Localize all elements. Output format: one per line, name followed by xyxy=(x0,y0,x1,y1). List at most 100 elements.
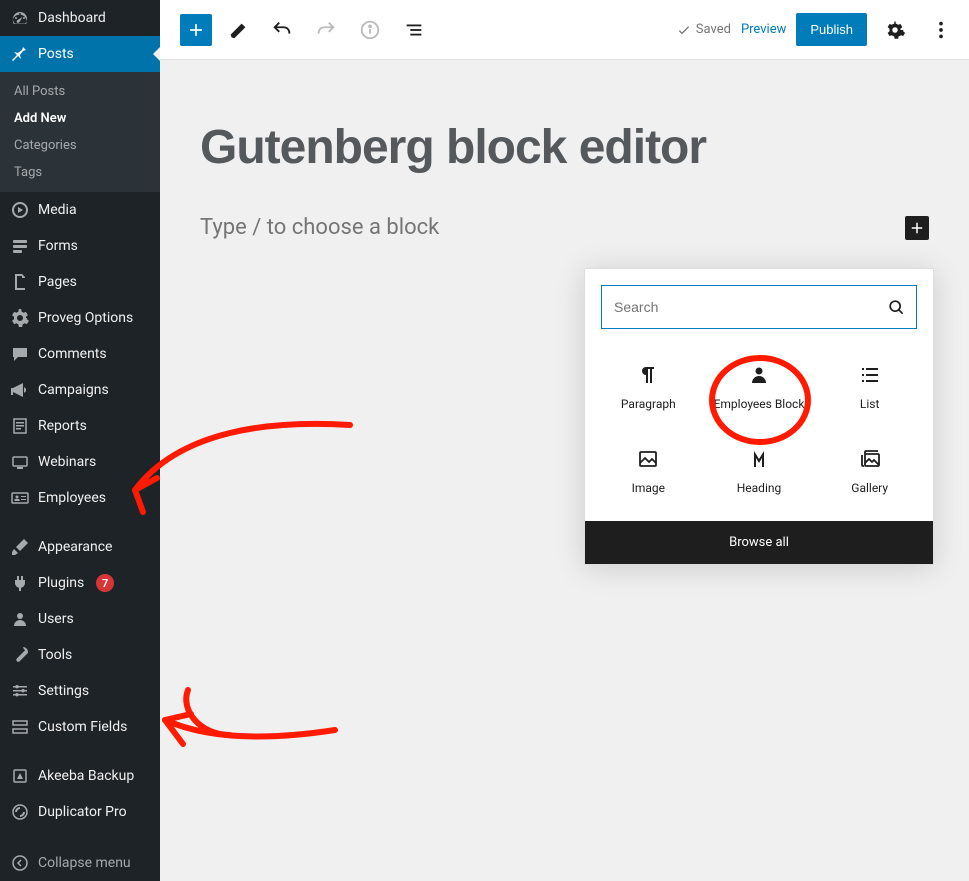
saved-label: Saved xyxy=(696,22,731,37)
media-icon xyxy=(10,200,30,220)
sidebar-item-tools[interactable]: Tools xyxy=(0,637,160,673)
block-option-label: List xyxy=(860,397,880,411)
sidebar-item-label: Custom Fields xyxy=(38,719,127,735)
plugin-update-badge: 7 xyxy=(96,574,114,592)
sidebar-item-label: Appearance xyxy=(38,539,112,555)
sidebar-item-akeeba-backup[interactable]: Akeeba Backup xyxy=(0,758,160,794)
sidebar-item-label: Campaigns xyxy=(38,382,109,398)
preview-button[interactable]: Preview xyxy=(741,22,786,37)
settings-button[interactable] xyxy=(877,12,913,48)
admin-sidebar: Dashboard Posts All Posts Add New Catego… xyxy=(0,0,160,881)
block-option-heading[interactable]: Heading xyxy=(704,429,815,513)
gear-icon xyxy=(884,19,906,41)
sidebar-item-plugins[interactable]: Plugins 7 xyxy=(0,565,160,601)
sidebar-item-label: Pages xyxy=(38,274,77,290)
sidebar-item-employees[interactable]: Employees xyxy=(0,480,160,516)
info-button[interactable] xyxy=(352,12,388,48)
sidebar-item-posts[interactable]: Posts xyxy=(0,36,160,72)
block-option-label: Employees Block xyxy=(714,397,805,411)
menu-separator xyxy=(0,520,160,525)
custom-fields-icon xyxy=(10,717,30,737)
redo-button[interactable] xyxy=(308,12,344,48)
check-icon xyxy=(676,22,692,38)
collapse-icon xyxy=(10,853,30,873)
plus-icon xyxy=(186,20,206,40)
editor-area: Saved Preview Publish Gutenberg block ed… xyxy=(160,0,969,881)
sidebar-item-label: Users xyxy=(38,611,74,627)
sidebar-item-pages[interactable]: Pages xyxy=(0,264,160,300)
submenu-item-add-new[interactable]: Add New xyxy=(0,105,160,132)
sidebar-item-label: Proveg Options xyxy=(38,310,133,326)
pencil-icon xyxy=(227,19,249,41)
block-option-image[interactable]: Image xyxy=(593,429,704,513)
collapse-label: Collapse menu xyxy=(38,855,131,871)
sidebar-item-users[interactable]: Users xyxy=(0,601,160,637)
sidebar-item-label: Comments xyxy=(38,346,107,362)
block-option-label: Image xyxy=(632,481,665,495)
block-option-employees-block[interactable]: Employees Block xyxy=(704,345,815,429)
sidebar-item-label: Webinars xyxy=(38,454,96,470)
sidebar-item-label: Reports xyxy=(38,418,87,434)
sliders-icon xyxy=(10,681,30,701)
info-icon xyxy=(359,19,381,41)
block-option-label: Gallery xyxy=(851,481,888,495)
outline-button[interactable] xyxy=(396,12,432,48)
wrench-icon xyxy=(10,645,30,665)
heading-icon xyxy=(747,447,771,471)
editor-topbar: Saved Preview Publish xyxy=(160,0,969,60)
sidebar-item-label: Media xyxy=(38,202,77,218)
sidebar-item-label: Forms xyxy=(38,238,78,254)
block-inserter-panel: Paragraph Employees Block List Image xyxy=(584,268,934,565)
sidebar-item-label: Dashboard xyxy=(38,10,106,26)
sidebar-item-settings[interactable]: Settings xyxy=(0,673,160,709)
sidebar-item-label: Plugins xyxy=(38,575,84,591)
block-placeholder-text[interactable]: Type / to choose a block xyxy=(200,215,439,240)
sidebar-item-webinars[interactable]: Webinars xyxy=(0,444,160,480)
submenu-item-tags[interactable]: Tags xyxy=(0,159,160,186)
sidebar-item-custom-fields[interactable]: Custom Fields xyxy=(0,709,160,745)
sidebar-item-dashboard[interactable]: Dashboard xyxy=(0,0,160,36)
user-icon xyxy=(10,609,30,629)
collapse-menu-button[interactable]: Collapse menu xyxy=(0,845,160,881)
post-title[interactable]: Gutenberg block editor xyxy=(200,120,929,175)
duplicator-icon xyxy=(10,802,30,822)
brush-icon xyxy=(10,537,30,557)
list-icon xyxy=(858,363,882,387)
sidebar-item-label: Tools xyxy=(38,647,72,663)
block-search-field[interactable] xyxy=(601,285,917,329)
submenu-item-categories[interactable]: Categories xyxy=(0,132,160,159)
submenu-item-all-posts[interactable]: All Posts xyxy=(0,78,160,105)
sidebar-item-label: Akeeba Backup xyxy=(38,768,134,784)
sidebar-item-label: Settings xyxy=(38,683,89,699)
browse-all-button[interactable]: Browse all xyxy=(585,521,933,564)
megaphone-icon xyxy=(10,380,30,400)
add-block-button[interactable] xyxy=(180,14,212,46)
sidebar-item-label: Posts xyxy=(38,46,74,62)
sidebar-item-campaigns[interactable]: Campaigns xyxy=(0,372,160,408)
comment-icon xyxy=(10,344,30,364)
pin-icon xyxy=(10,44,30,64)
more-options-button[interactable] xyxy=(923,12,959,48)
inline-add-block-button[interactable] xyxy=(905,216,929,240)
edit-mode-button[interactable] xyxy=(220,12,256,48)
undo-button[interactable] xyxy=(264,12,300,48)
publish-button[interactable]: Publish xyxy=(796,13,867,46)
sidebar-item-proveg-options[interactable]: Proveg Options xyxy=(0,300,160,336)
sidebar-item-duplicator-pro[interactable]: Duplicator Pro xyxy=(0,794,160,830)
block-search-input[interactable] xyxy=(612,286,886,328)
paragraph-icon xyxy=(636,363,660,387)
redo-icon xyxy=(315,19,337,41)
block-option-label: Paragraph xyxy=(621,397,676,411)
block-option-paragraph[interactable]: Paragraph xyxy=(593,345,704,429)
sidebar-item-media[interactable]: Media xyxy=(0,192,160,228)
menu-separator xyxy=(0,749,160,754)
sidebar-item-appearance[interactable]: Appearance xyxy=(0,529,160,565)
sidebar-item-reports[interactable]: Reports xyxy=(0,408,160,444)
sidebar-item-label: Duplicator Pro xyxy=(38,804,127,820)
block-option-list[interactable]: List xyxy=(814,345,925,429)
sidebar-item-forms[interactable]: Forms xyxy=(0,228,160,264)
block-option-gallery[interactable]: Gallery xyxy=(814,429,925,513)
kebab-icon xyxy=(930,19,952,41)
saved-indicator: Saved xyxy=(676,22,731,38)
sidebar-item-comments[interactable]: Comments xyxy=(0,336,160,372)
